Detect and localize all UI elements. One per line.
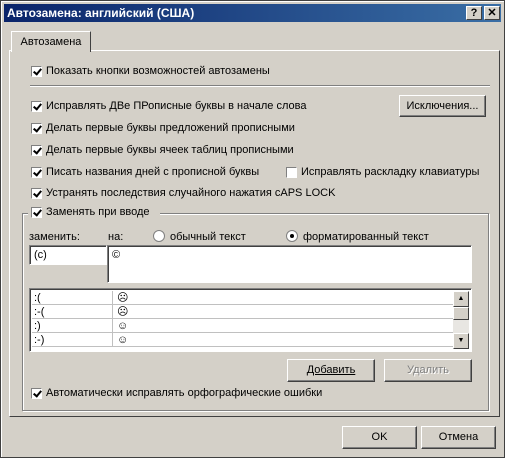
separator xyxy=(30,85,490,87)
autocorrect-entries-list[interactable]: :( ☹ :-( ☹ :) ☺ :-) ☺ ▲ ▼ xyxy=(29,288,472,352)
replace-input[interactable]: (c) xyxy=(29,245,107,265)
capitalize-sentences-label: Делать первые буквы предложений прописны… xyxy=(46,122,295,134)
vertical-scrollbar[interactable]: ▲ ▼ xyxy=(453,291,469,349)
help-button[interactable]: ? xyxy=(466,6,482,20)
cancel-button[interactable]: Отмена xyxy=(421,426,496,449)
plain-text-radio[interactable] xyxy=(153,230,165,242)
tab-panel: Показать кнопки возможностей автозамены … xyxy=(9,50,500,417)
entry-from: :) xyxy=(32,319,113,333)
with-input[interactable]: © xyxy=(107,245,472,283)
with-label: на: xyxy=(108,231,124,243)
plain-text-label: обычный текст xyxy=(170,231,246,243)
caps-lock-checkbox[interactable] xyxy=(31,188,42,199)
replace-group-header: Заменять при вводе xyxy=(28,205,160,219)
entry-to: ☺ xyxy=(113,333,460,347)
scroll-up-arrow-icon[interactable]: ▲ xyxy=(453,291,469,307)
entry-from: :( xyxy=(32,291,113,305)
autocorrect-dialog: Автозамена: английский (США) ? ✕ Автозам… xyxy=(0,0,505,458)
entry-from: :-) xyxy=(32,333,113,347)
two-initial-caps-label: Исправлять ДВе ПРописные буквы в начале … xyxy=(46,100,307,112)
capitalize-sentences-checkbox[interactable] xyxy=(31,123,42,134)
window-title: Автозамена: английский (США) xyxy=(7,6,195,20)
entry-from: :-( xyxy=(32,305,113,319)
title-bar[interactable]: Автозамена: английский (США) ? ✕ xyxy=(4,4,501,22)
tab-autocorrect[interactable]: Автозамена xyxy=(11,31,91,52)
add-button-label: Добавить xyxy=(306,364,356,376)
fix-keyboard-layout-checkbox[interactable] xyxy=(286,167,297,178)
fix-keyboard-layout-label: Исправлять раскладку клавиатуры xyxy=(301,166,480,178)
capitalize-table-cells-label: Делать первые буквы ячеек таблиц прописн… xyxy=(46,144,294,156)
entry-to: ☹ xyxy=(113,305,460,319)
delete-button[interactable]: Удалить xyxy=(384,359,472,382)
replace-as-you-type-checkbox[interactable] xyxy=(31,207,42,218)
entry-to: ☺ xyxy=(113,319,460,333)
replace-as-you-type-label: Заменять при вводе xyxy=(46,206,150,218)
replace-label: заменить: xyxy=(29,231,80,243)
close-button[interactable]: ✕ xyxy=(484,6,500,20)
auto-spelling-checkbox[interactable] xyxy=(31,388,42,399)
capitalize-day-names-label: Писать названия дней с прописной буквы xyxy=(46,166,260,178)
scroll-down-arrow-icon[interactable]: ▼ xyxy=(453,333,469,349)
show-buttons-checkbox[interactable] xyxy=(31,66,42,77)
formatted-text-label: форматированный текст xyxy=(303,231,429,243)
formatted-text-radio[interactable] xyxy=(286,230,298,242)
entry-to: ☹ xyxy=(113,291,460,305)
ok-button[interactable]: OK xyxy=(342,426,417,449)
exceptions-button[interactable]: Исключения... xyxy=(399,95,486,117)
auto-spelling-label: Автоматически исправлять орфографические… xyxy=(46,387,323,399)
show-buttons-label: Показать кнопки возможностей автозамены xyxy=(46,65,270,77)
add-button[interactable]: Добавить xyxy=(287,359,375,382)
capitalize-table-cells-checkbox[interactable] xyxy=(31,145,42,156)
two-initial-caps-checkbox[interactable] xyxy=(31,101,42,112)
caps-lock-label: Устранять последствия случайного нажатия… xyxy=(46,187,336,199)
scroll-thumb[interactable] xyxy=(453,307,469,320)
capitalize-day-names-checkbox[interactable] xyxy=(31,167,42,178)
